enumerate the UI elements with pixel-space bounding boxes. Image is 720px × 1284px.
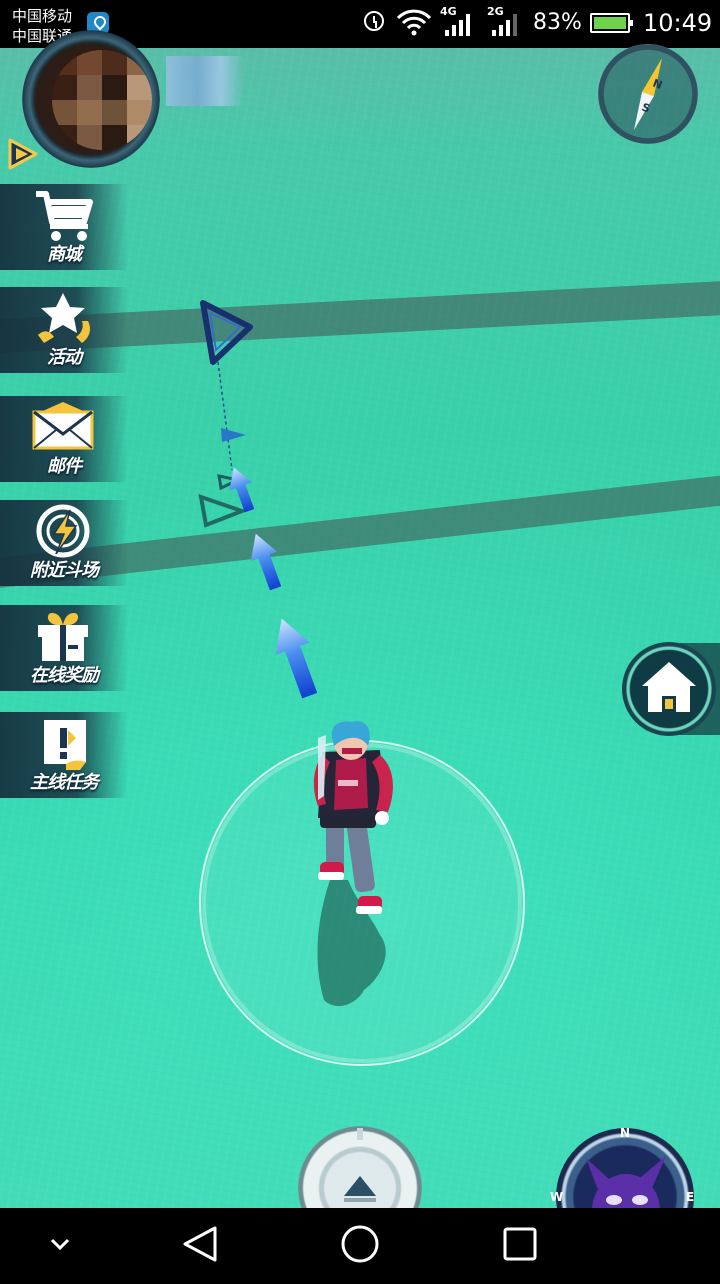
shopping-cart-icon [36,191,93,241]
side-menu-label: 商城 [47,244,82,265]
hide-nav-chevron-icon[interactable] [50,1238,70,1251]
quest-scroll-icon [44,720,86,770]
side-menu-label: 邮件 [47,456,82,477]
side-menu-label: 附近斗场 [30,560,99,581]
route-line [217,361,233,471]
side-menu-label: 主线任务 [30,772,99,793]
expand-menu-icon[interactable] [4,136,40,172]
signal-strength-icon [445,14,470,36]
side-menu-events[interactable]: 活动 [0,287,128,373]
home-button[interactable] [622,642,716,736]
star-icon [38,293,90,343]
avatar[interactable] [52,50,152,150]
game-world[interactable] [0,0,720,1208]
waypoint-small-icon [221,428,246,442]
world-overlay [198,300,525,1066]
radar-north-label: N [620,1126,631,1140]
alarm-icon [364,11,384,31]
envelope-icon [32,402,94,450]
direction-arrow-icon [275,618,318,699]
gift-icon [38,613,88,661]
side-menu-online-reward[interactable]: 在线奖励 [0,605,128,691]
player-info-blurred [166,56,244,106]
radar-east-label: E [686,1190,695,1204]
direction-arrow-icon [250,533,282,591]
back-icon[interactable] [183,1226,217,1262]
side-menu-shop[interactable]: 商城 [0,184,128,270]
radar-west-label: W [550,1190,564,1204]
side-menu-label: 活动 [47,347,82,368]
home-nav-icon[interactable] [341,1225,379,1263]
side-menu-mail[interactable]: 邮件 [0,396,128,482]
compass-needle-icon: N S [634,58,664,130]
wifi-icon [396,9,432,36]
destination-marker-icon [200,300,253,365]
signal-strength-icon [492,14,517,36]
side-menu-nearby-arena[interactable]: 附近斗场 [0,500,128,586]
recents-icon[interactable] [503,1227,537,1261]
android-nav-bar [0,1208,720,1280]
nav-buttons [50,1225,537,1263]
waypoint-marker-icon [198,494,248,528]
side-menu-main-quest[interactable]: 主线任务 [0,712,128,798]
carrier-label: 中国移动 [12,7,73,25]
home-icon [642,662,696,712]
compass[interactable]: N S [598,44,698,144]
battery-percent: 83% [533,10,582,35]
clock: 10:49 [643,9,713,37]
side-menu-label: 在线奖励 [30,665,99,686]
battery-charging-icon [590,13,633,33]
lightning-icon [36,504,90,558]
